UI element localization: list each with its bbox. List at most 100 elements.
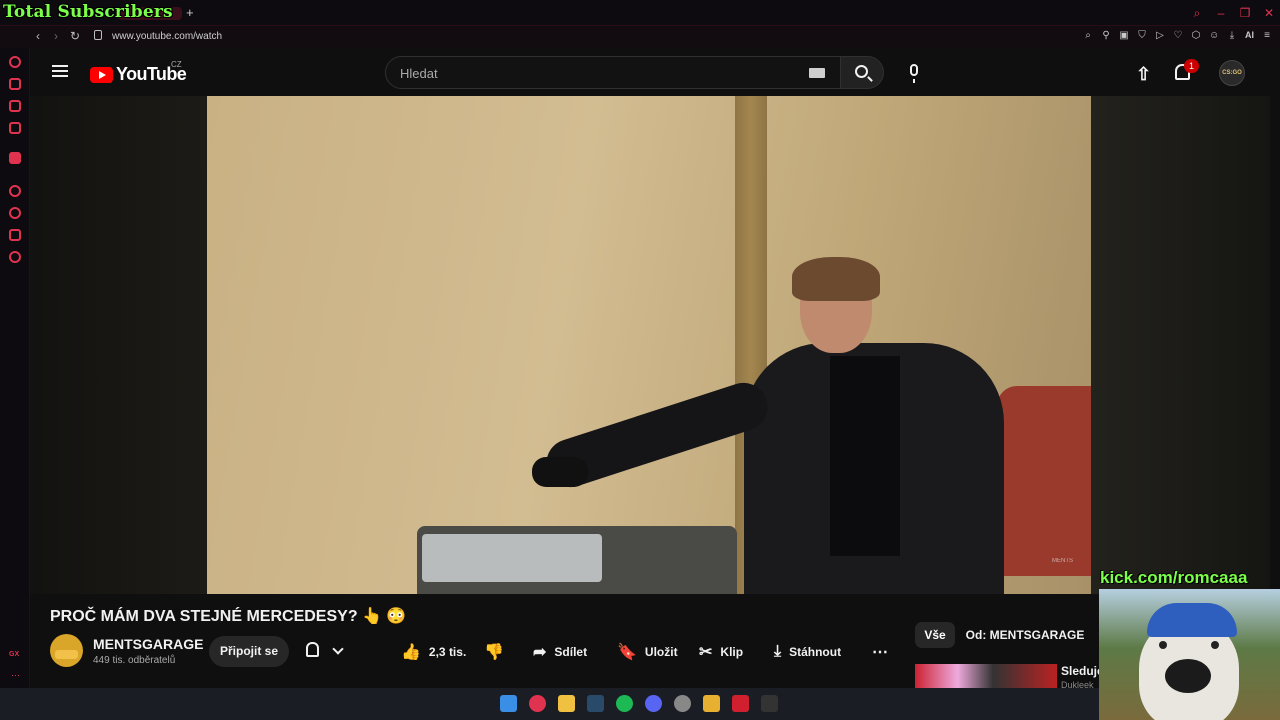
video-watermark: MENTS <box>1052 558 1073 564</box>
gx-label: GX <box>9 651 20 658</box>
menu-hamburger-icon[interactable] <box>52 65 68 77</box>
spotify-icon[interactable] <box>616 695 633 712</box>
bookmark-icon: 🔖 <box>617 643 637 661</box>
browser-tab-strip: + Total Subscribers ⌕ – ❐ ✕ <box>0 0 1280 26</box>
dog-nose <box>1165 659 1211 693</box>
presenter-shirt <box>830 356 900 556</box>
ai-button[interactable]: AI <box>1245 30 1254 41</box>
close-button[interactable]: ✕ <box>1262 6 1276 21</box>
search-button[interactable] <box>840 56 884 89</box>
presenter-hair <box>792 257 880 301</box>
share-icon: ➦ <box>533 643 547 661</box>
recommendation-thumbnail[interactable] <box>915 664 1057 688</box>
recommendation-title[interactable]: Sleduje <box>1061 664 1104 678</box>
file-explorer-icon[interactable] <box>558 695 575 712</box>
car-headlight <box>422 534 602 582</box>
shield-icon[interactable]: ⛉ <box>1137 30 1147 41</box>
download-icon: ⤓ <box>774 642 782 660</box>
maximize-button[interactable]: ❐ <box>1238 6 1252 21</box>
chip-all[interactable]: Vše <box>915 622 955 648</box>
chip-from-channel[interactable]: Od: MENTSGARAGE <box>965 622 1085 648</box>
kick-url-overlay: kick.com/romcaaa <box>1100 568 1248 587</box>
webcam-overlay <box>1099 589 1280 720</box>
search-icon[interactable]: ⌕ <box>1190 6 1204 21</box>
download-button[interactable]: ⤓ Stáhnout <box>774 636 841 667</box>
twitch-icon[interactable] <box>9 152 21 164</box>
lightning-app-icon[interactable] <box>732 695 749 712</box>
clip-button[interactable]: ✂ Klip <box>699 636 743 667</box>
total-subscribers-overlay: Total Subscribers <box>3 2 173 22</box>
history-icon[interactable] <box>9 207 21 219</box>
snapshot-icon[interactable]: ▣ <box>1119 30 1129 41</box>
join-button[interactable]: Připojit se <box>209 636 289 667</box>
keyboard-icon[interactable] <box>809 68 825 78</box>
play-icon[interactable]: ▷ <box>1155 30 1165 41</box>
back-icon[interactable]: ‹ <box>36 29 40 43</box>
heart-icon[interactable]: ♡ <box>1173 30 1183 41</box>
download-label: Stáhnout <box>789 644 842 659</box>
video-frame[interactable]: MENTS <box>207 96 1091 594</box>
new-tab-button[interactable]: + <box>186 5 194 20</box>
messenger-icon[interactable] <box>9 100 21 112</box>
download-icon[interactable]: ⤓ <box>1227 30 1237 41</box>
presenter <box>532 257 1022 594</box>
url-field[interactable]: www.youtube.com/watch <box>112 31 222 42</box>
opera-gx-icon[interactable] <box>529 695 546 712</box>
search-icon <box>855 65 868 78</box>
youtube-play-icon <box>90 66 113 83</box>
reload-icon[interactable]: ↻ <box>70 29 80 43</box>
discord-icon[interactable] <box>645 695 662 712</box>
upload-icon[interactable]: ⇧ <box>1136 64 1151 85</box>
like-button[interactable]: 👍 2,3 tis. <box>401 636 466 667</box>
minimize-button[interactable]: – <box>1214 6 1228 21</box>
dog-eye-left <box>1159 641 1167 649</box>
windows-start-icon[interactable] <box>500 695 517 712</box>
microphone-icon[interactable] <box>910 64 918 83</box>
more-icon[interactable]: ⋯ <box>11 670 20 681</box>
zoom-icon[interactable]: ⌕ <box>1083 30 1093 41</box>
channel-subscribers: 449 tis. odběratelů <box>93 655 176 666</box>
app-icon[interactable] <box>703 695 720 712</box>
share-button[interactable]: ➦ Sdílet <box>533 636 587 667</box>
ambient-left <box>30 96 207 594</box>
clip-label: Klip <box>720 644 744 659</box>
subscription-bell-button[interactable] <box>300 636 358 667</box>
taskbar-icons <box>500 695 778 712</box>
dog-eye-right <box>1211 641 1219 649</box>
search-placeholder: Hledat <box>400 66 438 81</box>
notification-badge: 1 <box>1184 59 1199 73</box>
scissors-icon: ✂ <box>699 643 713 661</box>
channel-name[interactable]: MENTSGARAGE <box>93 636 203 652</box>
chrome-icon[interactable] <box>674 695 691 712</box>
epic-games-icon[interactable] <box>761 695 778 712</box>
save-button[interactable]: 🔖 Uložit <box>617 636 678 667</box>
video-player[interactable]: MENTS <box>30 96 1270 594</box>
extensions-icon[interactable] <box>9 229 21 241</box>
ambient-right <box>1090 96 1270 594</box>
shopping-icon[interactable] <box>9 78 21 90</box>
profile-icon[interactable]: ☺ <box>1209 30 1219 41</box>
thumbs-down-icon: 👎 <box>484 643 504 661</box>
search-input[interactable]: Hledat <box>385 56 841 89</box>
more-actions-icon[interactable]: ⋯ <box>872 642 889 662</box>
country-code: CZ <box>171 60 182 69</box>
pin-icon[interactable]: ⚲ <box>1101 30 1111 41</box>
steam-icon[interactable] <box>587 695 604 712</box>
window-controls: ⌕ – ❐ ✕ <box>1190 6 1276 21</box>
dislike-button[interactable]: 👎 <box>484 636 512 667</box>
save-label: Uložit <box>644 644 678 659</box>
settings-icon[interactable] <box>9 251 21 263</box>
channel-avatar[interactable] <box>50 634 83 667</box>
browser-sidebar: GX ⋯ <box>0 48 30 688</box>
news-icon[interactable] <box>9 122 21 134</box>
gx-control-icon[interactable] <box>9 56 21 68</box>
address-bar: ‹ › ↻ www.youtube.com/watch ⌕ ⚲ ▣ ⛉ ▷ ♡ … <box>0 26 1280 48</box>
thumbs-up-icon: 👍 <box>401 643 421 661</box>
cube-icon[interactable]: ⬡ <box>1191 30 1201 41</box>
windows-taskbar <box>0 688 1099 720</box>
forward-icon[interactable]: › <box>54 29 58 43</box>
screen: + Total Subscribers ⌕ – ❐ ✕ ‹ › ↻ www.yo… <box>0 0 1280 720</box>
player-icon[interactable] <box>9 185 21 197</box>
account-avatar[interactable]: CS:GO <box>1219 60 1245 86</box>
menu-icon[interactable]: ≡ <box>1262 30 1272 41</box>
